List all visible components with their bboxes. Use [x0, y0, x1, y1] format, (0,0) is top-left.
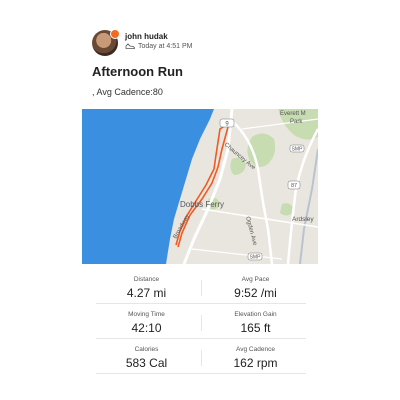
stat-elevation-gain: Elevation Gain 165 ft — [201, 311, 310, 335]
stat-value: 165 ft — [240, 321, 271, 335]
activity-description: , Avg Cadence:80 — [92, 87, 163, 97]
i87-shield: 87 — [291, 183, 297, 189]
timestamp: Today at 4:51 PM — [138, 43, 193, 50]
stat-avg-cadence: Avg Cadence 162 rpm — [201, 346, 310, 370]
stat-label: Distance — [133, 276, 160, 283]
divider — [96, 338, 306, 339]
everett-park-label: Everett M — [280, 111, 306, 117]
divider — [201, 350, 202, 366]
stat-value: 583 Cal — [125, 356, 168, 370]
activity-time: Today at 4:51 PM — [125, 43, 192, 50]
premium-badge-icon — [110, 29, 120, 39]
activity-stats: Distance 4.27 mi Avg Pace 9:52 /mi Movin… — [92, 272, 310, 382]
divider — [96, 303, 306, 304]
run-shoe-icon — [125, 43, 135, 50]
stat-value: 42:10 — [131, 321, 162, 335]
ardsley-label: Ardsley — [292, 216, 314, 223]
route-map[interactable]: 9 Everett M Park Chauncey Ave Dobbs Ferr… — [82, 109, 318, 264]
stat-calories: Calories 583 Cal — [92, 346, 201, 370]
stat-label: Avg Cadence — [236, 346, 275, 353]
stat-avg-pace: Avg Pace 9:52 /mi — [201, 276, 310, 300]
stat-label: Moving Time — [128, 311, 165, 318]
stat-value: 162 rpm — [233, 356, 278, 370]
athlete-name[interactable]: john hudak — [125, 32, 168, 41]
divider — [96, 373, 306, 374]
activity-title[interactable]: Afternoon Run — [92, 64, 183, 79]
stat-value: 9:52 /mi — [234, 286, 277, 300]
divider — [201, 280, 202, 296]
activity-header: john hudak Today at 4:51 PM — [92, 29, 332, 60]
stat-value: 4.27 mi — [126, 286, 167, 300]
stat-label: Avg Pace — [241, 276, 270, 283]
park-label: Park — [290, 119, 303, 125]
stat-label: Elevation Gain — [234, 311, 277, 318]
divider — [201, 315, 202, 331]
dobbs-ferry-label: Dobbs Ferry — [180, 200, 224, 209]
stat-moving-time: Moving Time 42:10 — [92, 311, 201, 335]
stat-distance: Distance 4.27 mi — [92, 276, 201, 300]
smp-shield-bottom: SMP — [250, 255, 262, 261]
smp-shield-top: SMP — [292, 147, 304, 153]
stat-label: Calories — [134, 346, 159, 353]
